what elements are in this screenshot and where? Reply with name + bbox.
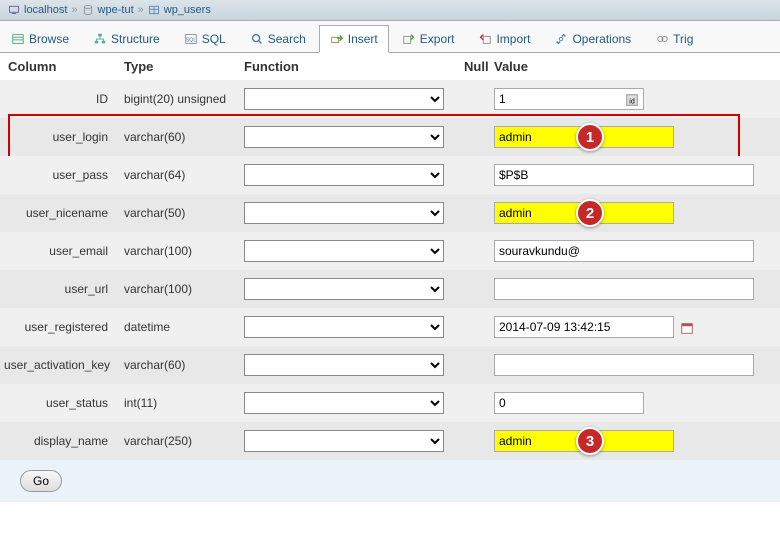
table-row: user_nicenamevarchar(50) 2 <box>0 194 780 232</box>
header-column: Column <box>4 59 124 74</box>
tab-label: Search <box>268 32 306 46</box>
header-function: Function <box>244 59 464 74</box>
table-row: user_loginvarchar(60) 1 <box>0 118 780 156</box>
annotation-badge-3: 3 <box>576 427 604 455</box>
column-name: user_nicename <box>4 206 124 220</box>
column-type: varchar(250) <box>124 434 244 448</box>
bc-sep: » <box>138 4 144 16</box>
value-input-user_status[interactable] <box>494 392 644 414</box>
sql-icon: SQL <box>184 32 198 46</box>
export-icon <box>402 32 416 46</box>
table-row: IDbigint(20) unsigned id <box>0 80 780 118</box>
table-row: user_urlvarchar(100) <box>0 270 780 308</box>
column-type: int(11) <box>124 396 244 410</box>
value-input-user_registered[interactable] <box>494 316 674 338</box>
column-name: display_name <box>4 434 124 448</box>
tab-sql[interactable]: SQL SQL <box>173 25 237 52</box>
column-type: datetime <box>124 320 244 334</box>
function-select-display_name[interactable] <box>244 430 444 452</box>
table-header: Column Type Function Null Value <box>0 53 780 80</box>
annotation-badge-1: 1 <box>576 123 604 151</box>
bc-table[interactable]: wp_users <box>164 4 211 16</box>
table-icon <box>148 4 160 16</box>
function-select-user_registered[interactable] <box>244 316 444 338</box>
tab-label: Operations <box>572 32 631 46</box>
import-icon <box>478 32 492 46</box>
server-icon <box>8 4 20 16</box>
table-row: user_registereddatetime <box>0 308 780 346</box>
tab-search[interactable]: Search <box>239 25 317 52</box>
function-select-user_url[interactable] <box>244 278 444 300</box>
table-row: user_passvarchar(64) <box>0 156 780 194</box>
header-value: Value <box>494 59 776 74</box>
header-type: Type <box>124 59 244 74</box>
tab-label: Browse <box>29 32 69 46</box>
tab-operations[interactable]: Operations <box>543 25 642 52</box>
triggers-icon <box>655 32 669 46</box>
column-type: varchar(100) <box>124 244 244 258</box>
database-icon <box>82 4 94 16</box>
column-name: user_pass <box>4 168 124 182</box>
value-input-ID[interactable] <box>494 88 644 110</box>
value-input-user_email[interactable] <box>494 240 754 262</box>
value-input-user_activation_key[interactable] <box>494 354 754 376</box>
tab-trig[interactable]: Trig <box>644 25 704 52</box>
browse-icon <box>11 32 25 46</box>
bc-server[interactable]: localhost <box>24 4 67 16</box>
table-row: user_statusint(11) <box>0 384 780 422</box>
structure-icon <box>93 32 107 46</box>
value-input-user_pass[interactable] <box>494 164 754 186</box>
svg-text:id: id <box>629 99 635 106</box>
column-type: varchar(60) <box>124 130 244 144</box>
function-select-user_nicename[interactable] <box>244 202 444 224</box>
tab-structure[interactable]: Structure <box>82 25 171 52</box>
tab-label: Import <box>496 32 530 46</box>
go-button[interactable]: Go <box>20 470 62 492</box>
function-select-user_login[interactable] <box>244 126 444 148</box>
function-select-ID[interactable] <box>244 88 444 110</box>
header-null: Null <box>464 59 494 74</box>
function-select-user_pass[interactable] <box>244 164 444 186</box>
search-icon <box>250 32 264 46</box>
table-row: user_emailvarchar(100) <box>0 232 780 270</box>
column-name: user_registered <box>4 320 124 334</box>
function-select-user_activation_key[interactable] <box>244 354 444 376</box>
column-name: user_url <box>4 282 124 296</box>
insert-icon <box>330 32 344 46</box>
value-input-user_url[interactable] <box>494 278 754 300</box>
tab-import[interactable]: Import <box>467 25 541 52</box>
table-row: display_namevarchar(250) 3 <box>0 422 780 460</box>
tab-insert[interactable]: Insert <box>319 25 389 53</box>
function-select-user_status[interactable] <box>244 392 444 414</box>
column-type: varchar(64) <box>124 168 244 182</box>
column-name: user_status <box>4 396 124 410</box>
tab-export[interactable]: Export <box>391 25 466 52</box>
tab-label: Trig <box>673 32 693 46</box>
tabs: Browse Structure SQL SQL Search Insert Export I… <box>0 21 780 53</box>
column-name: user_email <box>4 244 124 258</box>
column-type: varchar(100) <box>124 282 244 296</box>
column-type: bigint(20) unsigned <box>124 92 244 106</box>
operations-icon <box>554 32 568 46</box>
calendar-icon[interactable] <box>680 321 694 335</box>
id-icon: id <box>625 93 639 107</box>
tab-label: SQL <box>202 32 226 46</box>
svg-text:SQL: SQL <box>185 38 196 44</box>
go-row: Go <box>0 460 780 502</box>
tab-label: Insert <box>348 32 378 46</box>
bc-database[interactable]: wpe-tut <box>98 4 134 16</box>
column-name: user_activation_key <box>4 358 124 372</box>
annotation-badge-2: 2 <box>576 199 604 227</box>
function-select-user_email[interactable] <box>244 240 444 262</box>
tab-browse[interactable]: Browse <box>0 25 80 52</box>
column-type: varchar(60) <box>124 358 244 372</box>
bc-sep: » <box>71 4 77 16</box>
table-row: user_activation_keyvarchar(60) <box>0 346 780 384</box>
breadcrumb: localhost » wpe-tut » wp_users <box>0 0 780 21</box>
tab-label: Export <box>420 32 455 46</box>
column-name: ID <box>4 92 124 106</box>
tab-label: Structure <box>111 32 160 46</box>
column-name: user_login <box>4 130 124 144</box>
column-type: varchar(50) <box>124 206 244 220</box>
